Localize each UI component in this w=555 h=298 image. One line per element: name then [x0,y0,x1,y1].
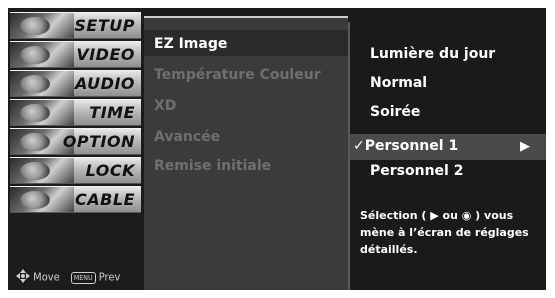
submenu-item-temperature-couleur[interactable]: Température Couleur [154,67,321,83]
submenu-item-avancee[interactable]: Avancée [154,129,220,145]
video-icon [10,42,74,67]
setup-icon [10,13,74,38]
options-column: Lumière du jour Normal Soirée ✓Personnel… [348,22,546,290]
category-lock[interactable]: LOCK [10,157,141,184]
menu-key-icon: MENU [70,271,96,284]
category-label: CABLE [75,190,135,209]
category-label: TIME [89,103,135,122]
time-icon [10,100,74,125]
category-label: SETUP [74,16,135,35]
option-personnel-1[interactable]: ✓Personnel 1 [353,138,458,154]
option-selected-highlight[interactable]: ✓Personnel 1 ▶ [350,134,546,160]
option-normal[interactable]: Normal [370,75,427,91]
footer-hints: Move MENU Prev [16,269,120,286]
move-hint: Move [33,270,60,284]
lock-icon [10,158,74,183]
category-video[interactable]: VIDEO [10,41,141,68]
prev-hint: Prev [98,270,121,284]
category-label: AUDIO [75,74,135,93]
submenu-item-ez-image[interactable]: EZ Image [154,36,227,52]
option-personnel-2[interactable]: Personnel 2 [370,163,463,179]
category-cable[interactable]: CABLE [10,186,141,213]
category-audio[interactable]: AUDIO [10,70,141,97]
category-time[interactable]: TIME [10,99,141,126]
category-option[interactable]: OPTION [10,128,141,155]
option-lumiere-du-jour[interactable]: Lumière du jour [370,46,495,62]
move-arrows-icon [16,269,30,286]
help-text: Sélection ( ▶ ou ◉ ) vous mène à l’écran… [360,209,529,256]
right-arrow-icon: ▶ [520,139,530,154]
option-soiree[interactable]: Soirée [370,104,420,120]
tv-osd-menu: SETUP VIDEO AUDIO TIME OPTION LOCK CABLE [8,8,546,290]
category-label: LOCK [85,161,135,180]
category-column: SETUP VIDEO AUDIO TIME OPTION LOCK CABLE [8,8,143,290]
submenu-column: EZ Image Température Couleur XD Avancée … [144,16,348,290]
submenu-item-remise-initiale[interactable]: Remise initiale [154,158,271,174]
submenu-item-xd[interactable]: XD [154,98,176,114]
category-label: VIDEO [76,45,135,64]
submenu-divider [144,16,348,18]
category-label: OPTION [62,132,135,151]
audio-icon [10,71,74,96]
cable-icon [10,187,74,212]
category-setup[interactable]: SETUP [10,12,141,39]
